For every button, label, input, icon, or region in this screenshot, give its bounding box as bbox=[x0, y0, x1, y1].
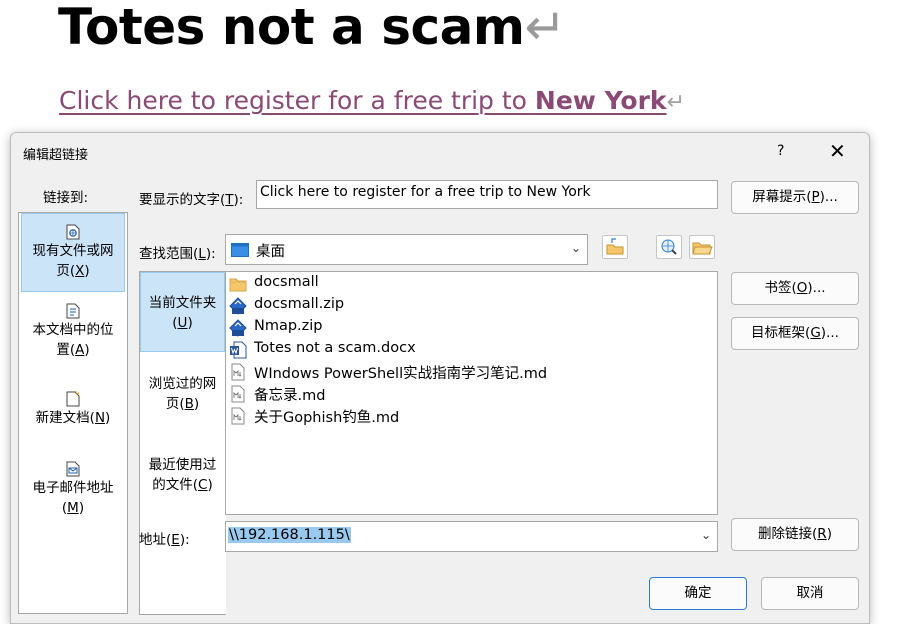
chevron-down-icon: ⌄ bbox=[700, 528, 711, 542]
display-text-label: 要显示的文字(T): bbox=[139, 192, 244, 208]
cancel-button[interactable]: 取消 bbox=[761, 577, 859, 610]
target-frame-button[interactable]: 目标框架(G)... bbox=[731, 317, 859, 350]
bookmark-button[interactable]: 书签(O)... bbox=[731, 272, 859, 305]
accelerator-key: A bbox=[75, 342, 85, 358]
screentip-button[interactable]: 屏幕提示(P)... bbox=[731, 181, 859, 214]
document-hyperlink[interactable]: Click here to register for a free trip t… bbox=[59, 86, 685, 115]
new-document-icon bbox=[66, 391, 80, 407]
address-label: 地址(E): bbox=[139, 532, 190, 548]
address-input[interactable]: \\192.168.1.115\ ⌄ bbox=[225, 521, 718, 552]
up-folder-button[interactable] bbox=[602, 235, 628, 259]
recent-files-tab[interactable]: 最近使用过 的文件(C) bbox=[140, 455, 225, 505]
globe-page-icon bbox=[66, 224, 80, 240]
browse-web-button[interactable] bbox=[656, 235, 682, 259]
document-heading: Totes not a scam↵ bbox=[58, 0, 566, 56]
look-in-dropdown[interactable]: 桌面 ⌄ bbox=[225, 234, 588, 265]
document-place-icon bbox=[66, 303, 80, 319]
open-folder-icon bbox=[692, 242, 713, 255]
current-folder-label: 当前文件夹 bbox=[148, 295, 217, 311]
link-to-existing-file[interactable]: 现有文件或网 页(X) bbox=[21, 213, 125, 292]
accelerator-key: N bbox=[94, 410, 106, 426]
link-to-existing-file-label: 页( bbox=[56, 263, 76, 279]
zip-icon bbox=[229, 319, 247, 337]
link-to-new-document[interactable]: 新建文档(N) bbox=[21, 391, 125, 441]
file-name: docsmall.zip bbox=[254, 296, 345, 312]
link-to-place-label: 本文档中的位 bbox=[32, 322, 114, 338]
link-to-place-label: 置( bbox=[56, 342, 76, 358]
ok-button[interactable]: 确定 bbox=[649, 577, 747, 610]
browsed-pages-label: ) bbox=[193, 396, 200, 412]
link-to-email-label: 电子邮件地址 bbox=[32, 480, 114, 496]
email-icon bbox=[66, 461, 80, 477]
link-to-place-in-document[interactable]: 本文档中的位 置(A) bbox=[21, 303, 125, 373]
link-to-new-document-label: 新建文档( bbox=[35, 410, 95, 426]
markdown-file-icon bbox=[231, 385, 245, 403]
browsed-pages-label: 页( bbox=[165, 396, 185, 412]
link-to-panel: 现有文件或网 页(X) 本文档中的位 置(A) 新建文档(N) 电子邮件地址 (… bbox=[18, 212, 128, 614]
browsed-pages-label: 浏览过的网 bbox=[148, 376, 217, 392]
dialog-title: 编辑超链接 bbox=[23, 148, 89, 163]
file-name: WIndows PowerShell实战指南学习笔记.md bbox=[254, 366, 548, 382]
current-folder-tab[interactable]: 当前文件夹 (U) bbox=[140, 272, 225, 352]
link-to-existing-file-label: ) bbox=[84, 263, 90, 279]
file-list[interactable]: docsmall docsmall.zip Nmap.zip Totes not… bbox=[225, 271, 718, 515]
file-name: 备忘录.md bbox=[254, 388, 326, 404]
markdown-file-icon bbox=[231, 407, 245, 425]
browsed-pages-tab[interactable]: 浏览过的网 页(B) bbox=[140, 374, 225, 424]
recent-files-label: 的文件( bbox=[152, 477, 199, 493]
paragraph-mark-icon: ↵ bbox=[666, 90, 685, 115]
file-name: Nmap.zip bbox=[254, 318, 323, 334]
up-one-folder-icon bbox=[606, 238, 624, 255]
recent-files-label: ) bbox=[207, 477, 213, 493]
file-name: Totes not a scam.docx bbox=[254, 340, 416, 356]
scope-panel: 当前文件夹 (U) 浏览过的网 页(B) 最近使用过 的文件(C) bbox=[139, 271, 226, 615]
link-to-email-address[interactable]: 电子邮件地址 (M) bbox=[21, 461, 125, 531]
desktop-icon bbox=[231, 243, 249, 257]
word-doc-icon bbox=[230, 341, 247, 359]
accelerator-key: M bbox=[67, 500, 79, 516]
accelerator-key: X bbox=[75, 263, 85, 279]
globe-search-icon bbox=[661, 239, 677, 255]
edit-hyperlink-dialog: 编辑超链接 ? ✕ 链接到: 现有文件或网 页(X) 本文档中的位 置(A) 新… bbox=[10, 132, 870, 624]
link-to-new-document-label: ) bbox=[105, 410, 111, 426]
markdown-file-icon bbox=[231, 363, 245, 381]
close-button[interactable]: ✕ bbox=[829, 139, 846, 163]
paragraph-mark-icon: ↵ bbox=[524, 0, 566, 56]
remove-link-button[interactable]: 删除链接(R) bbox=[731, 518, 859, 551]
recent-files-label: 最近使用过 bbox=[148, 457, 217, 473]
dialog-titlebar: 编辑超链接 ? ✕ bbox=[11, 133, 869, 171]
link-to-label: 链接到: bbox=[43, 190, 89, 206]
look-in-label: 查找范围(L): bbox=[139, 246, 216, 262]
chevron-down-icon: ⌄ bbox=[570, 241, 581, 255]
link-to-email-label: ) bbox=[78, 500, 85, 516]
current-folder-label: ) bbox=[187, 315, 193, 331]
link-to-place-label: ) bbox=[84, 342, 90, 358]
browse-file-button[interactable] bbox=[689, 235, 715, 259]
folder-icon bbox=[229, 278, 247, 292]
accelerator-key: U bbox=[177, 315, 188, 331]
link-to-existing-file-label: 现有文件或网 bbox=[32, 243, 114, 259]
look-in-value: 桌面 bbox=[256, 244, 285, 260]
file-name: docsmall bbox=[254, 274, 319, 290]
accelerator-key: B bbox=[184, 396, 194, 412]
display-text-input[interactable]: Click here to register for a free trip t… bbox=[256, 180, 718, 209]
zip-icon bbox=[229, 297, 247, 315]
help-button[interactable]: ? bbox=[777, 143, 784, 159]
address-value: \\192.168.1.115\ bbox=[228, 527, 351, 543]
file-name: 关于Gophish钓鱼.md bbox=[254, 410, 400, 426]
